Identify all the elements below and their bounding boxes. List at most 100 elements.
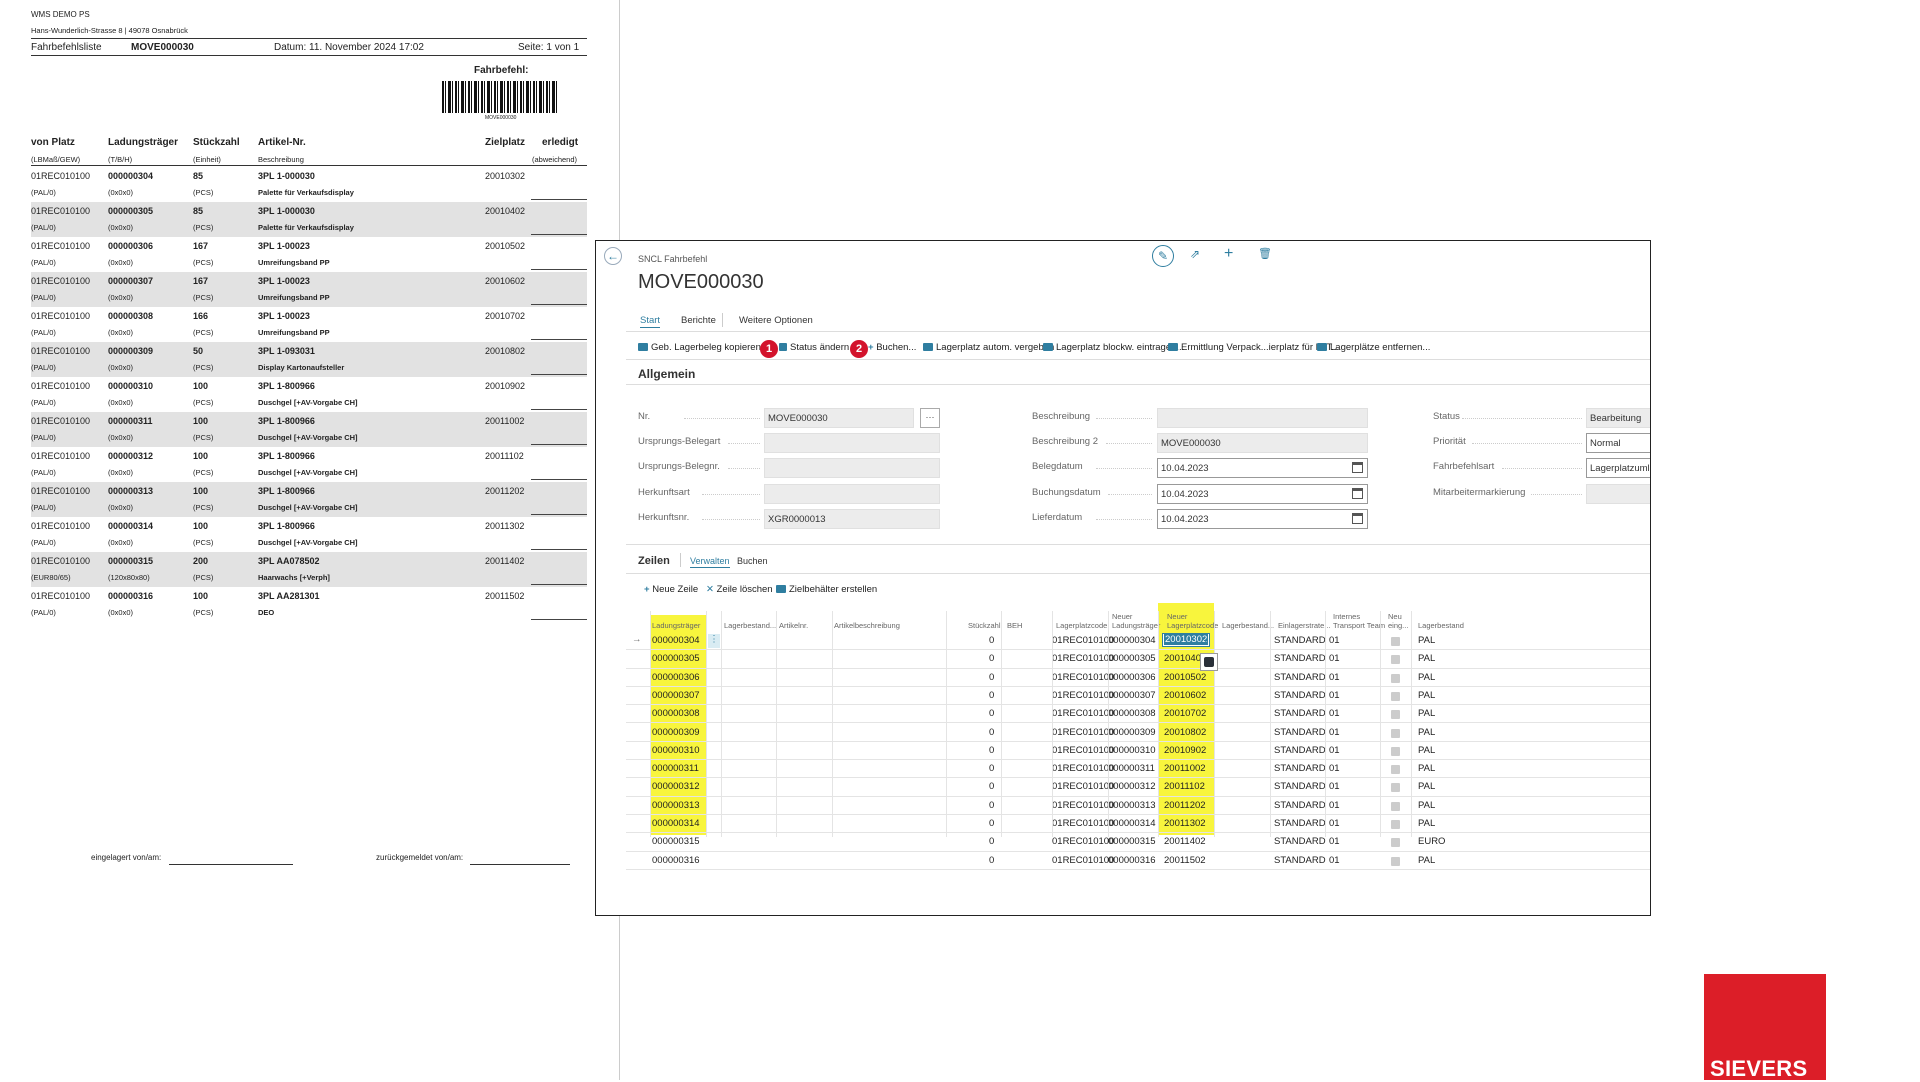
action-block-bin[interactable]: Lagerplatz blockw. eintragen... — [1043, 342, 1184, 353]
grid-cell-nlt[interactable]: 000000306 — [1108, 672, 1156, 683]
grid-cell-lb[interactable]: PAL — [1418, 763, 1435, 774]
col-header-neuer-lp-line2[interactable]: Lagerplatzcode — [1167, 621, 1218, 630]
grid-cell-nlp[interactable]: 20011002 — [1164, 763, 1206, 774]
grid-cell-nlt[interactable]: 000000315 — [1108, 836, 1156, 847]
field-nr[interactable]: MOVE000030 — [764, 408, 914, 428]
col-header-lagerbestand3[interactable]: Lagerbestand — [1418, 621, 1464, 630]
grid-cell-lb[interactable]: PAL — [1418, 745, 1435, 756]
checkbox-neu-eingelagert[interactable] — [1391, 655, 1400, 665]
tab-verwalten[interactable]: Verwalten — [690, 556, 730, 568]
grid-cell-team[interactable]: 01 — [1329, 708, 1340, 719]
grid-cell-lp[interactable]: 01REC010100 — [1052, 690, 1114, 701]
tab-weitere-optionen[interactable]: Weitere Optionen — [739, 315, 813, 326]
grid-cell-nlp[interactable]: 20010502 — [1164, 672, 1206, 683]
grid-cell-lb[interactable]: PAL — [1418, 635, 1435, 646]
grid-cell-nlt[interactable]: 000000313 — [1108, 800, 1156, 811]
plus-icon[interactable]: + — [1224, 245, 1233, 263]
col-header-beh[interactable]: BEH — [1007, 621, 1022, 630]
grid-cell-strat[interactable]: STANDARD — [1274, 836, 1326, 847]
grid-cell-qty[interactable]: 0 — [989, 855, 994, 866]
field-beschreibung2[interactable]: MOVE000030 — [1157, 433, 1368, 453]
field-belegdatum[interactable]: 10.04.2023 — [1157, 458, 1368, 478]
checkbox-neu-eingelagert[interactable] — [1391, 856, 1400, 866]
field-status[interactable]: Bearbeitung — [1586, 408, 1650, 428]
grid-cell-qty[interactable]: 0 — [989, 836, 994, 847]
grid-cell-nlt[interactable]: 000000311 — [1108, 763, 1155, 774]
grid-cell-team[interactable]: 01 — [1329, 781, 1340, 792]
field-mitarbeitermarkierung[interactable] — [1586, 484, 1650, 504]
grid-cell-strat[interactable]: STANDARD — [1274, 690, 1326, 701]
grid-cell-lb[interactable]: PAL — [1418, 690, 1435, 701]
grid-cell-team[interactable]: 01 — [1329, 763, 1340, 774]
grid-cell-lb[interactable]: PAL — [1418, 818, 1435, 829]
checkbox-neu-eingelagert[interactable] — [1391, 637, 1400, 646]
grid-cell-lb[interactable]: EURO — [1418, 836, 1445, 847]
calendar-icon[interactable] — [1352, 488, 1363, 499]
field-fahrbefehlsart[interactable]: Lagerplatzuml — [1586, 458, 1650, 478]
tab-berichte[interactable]: Berichte — [681, 315, 716, 326]
grid-cell-nlp[interactable]: 20010802 — [1164, 727, 1206, 738]
col-header-einlagerstrategie[interactable]: Einlagerstrate... — [1278, 621, 1331, 630]
chevron-down-icon[interactable]: ⌄ — [1202, 634, 1210, 645]
grid-cell-lp[interactable]: 01REC010100 — [1052, 781, 1114, 792]
grid-cell-lt[interactable]: 000000313 — [652, 800, 700, 811]
grid-cell-qty[interactable]: 0 — [989, 708, 994, 719]
field-lieferdatum[interactable]: 10.04.2023 — [1157, 509, 1368, 529]
grid-cell-nlt[interactable]: 000000312 — [1108, 781, 1156, 792]
col-header-lagerbestand[interactable]: Lagerbestand... — [724, 621, 776, 630]
field-ursprungs-belegnr[interactable] — [764, 458, 940, 478]
col-header-neu-line2[interactable]: eing... — [1388, 621, 1408, 630]
field-prioritaet[interactable]: Normal — [1586, 433, 1650, 453]
grid-cell-lt[interactable]: 000000314 — [652, 818, 700, 829]
grid-cell-strat[interactable]: STANDARD — [1274, 763, 1326, 774]
grid-cell-strat[interactable]: STANDARD — [1274, 708, 1326, 719]
more-options-button[interactable]: ··· — [920, 408, 940, 428]
field-beschreibung[interactable] — [1157, 408, 1368, 428]
checkbox-neu-eingelagert[interactable] — [1391, 673, 1400, 683]
grid-cell-lb[interactable]: PAL — [1418, 781, 1435, 792]
calendar-icon[interactable] — [1352, 462, 1363, 473]
grid-cell-lt[interactable]: 000000310 — [652, 745, 700, 756]
grid-cell-strat[interactable]: STANDARD — [1274, 672, 1326, 683]
grid-cell-lp[interactable]: 01REC010100 — [1052, 727, 1114, 738]
grid-cell-nlp[interactable]: 20011102 — [1164, 781, 1205, 792]
checkbox-neu-eingelagert[interactable] — [1391, 710, 1400, 720]
row-menu-icon[interactable]: ⋮ — [708, 634, 720, 648]
action-copy-document[interactable]: Geb. Lagerbeleg kopieren — [638, 342, 761, 353]
checkbox-neu-eingelagert[interactable] — [1391, 820, 1400, 829]
grid-cell-nlp[interactable]: 20011302 — [1164, 818, 1206, 829]
grid-cell-nlt[interactable]: 000000307 — [1108, 690, 1156, 701]
grid-cell-lp[interactable]: 01REC010100 — [1052, 745, 1114, 756]
grid-cell-nlt[interactable]: 000000314 — [1108, 818, 1156, 829]
col-header-ladungstraeger[interactable]: Ladungsträger — [652, 621, 700, 630]
col-header-intern-line2[interactable]: Transport Team — [1333, 621, 1385, 630]
col-header-neuer-lp-line1[interactable]: Neuer — [1167, 612, 1187, 621]
grid-cell-team[interactable]: 01 — [1329, 672, 1340, 683]
grid-cell-lb[interactable]: PAL — [1418, 800, 1435, 811]
action-change-status[interactable]: Status ändern — [779, 342, 849, 353]
grid-cell-team[interactable]: 01 — [1329, 836, 1340, 847]
col-header-neuer-lt-line2[interactable]: Ladungsträger — [1112, 621, 1160, 630]
grid-cell-team[interactable]: 01 — [1329, 635, 1340, 646]
grid-cell-nlp[interactable]: 20010902 — [1164, 745, 1206, 756]
col-header-artikelbeschreibung[interactable]: Artikelbeschreibung — [834, 621, 900, 630]
grid-cell-qty[interactable]: 0 — [989, 745, 994, 756]
tab-start[interactable]: Start — [640, 315, 661, 328]
grid-cell-lt[interactable]: 000000311 — [652, 763, 699, 774]
checkbox-neu-eingelagert[interactable] — [1391, 728, 1400, 738]
action-determine-pack[interactable]: Ermittlung Verpack...ierplatz für KLT... — [1168, 342, 1339, 353]
field-ursprungs-belegart[interactable] — [764, 433, 940, 453]
delete-line-button[interactable]: ✕ Zeile löschen — [706, 584, 773, 595]
create-target-container-button[interactable]: Zielbehälter erstellen — [776, 584, 877, 595]
col-header-artikelnr[interactable]: Artikelnr. — [779, 621, 808, 630]
grid-cell-nlt[interactable]: 000000305 — [1108, 653, 1156, 664]
col-header-stueckzahl[interactable]: Stückzahl — [968, 621, 1001, 630]
checkbox-neu-eingelagert[interactable] — [1391, 746, 1400, 756]
new-line-button[interactable]: + Neue Zeile — [644, 584, 698, 595]
col-header-lagerbestand2[interactable]: Lagerbestand... — [1222, 621, 1274, 630]
grid-cell-team[interactable]: 01 — [1329, 745, 1340, 756]
grid-cell-lp[interactable]: 01REC010100 — [1052, 672, 1114, 683]
grid-cell-qty[interactable]: 0 — [989, 690, 994, 701]
grid-cell-lp[interactable]: 01REC010100 — [1052, 763, 1114, 774]
grid-cell-lt[interactable]: 000000312 — [652, 781, 700, 792]
